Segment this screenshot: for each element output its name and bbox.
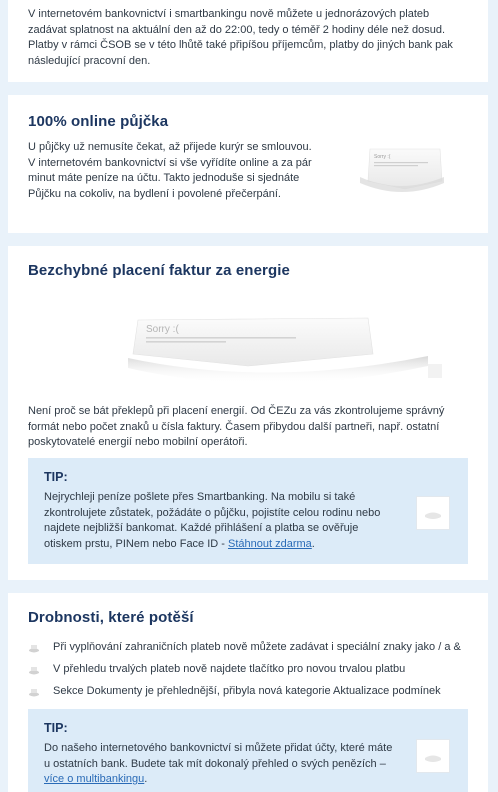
multibanking-link[interactable]: více o multibankingu	[44, 773, 144, 785]
image-text: Sorry :(	[146, 324, 179, 335]
tip-title: TIP:	[44, 721, 68, 735]
intro-card: V internetovém bankovnictví i smartbanki…	[8, 0, 488, 82]
list-item-text: V přehledu trvalých plateb nově najdete …	[53, 663, 406, 676]
image-text: Sorry :(	[374, 154, 391, 160]
bullet-icon	[29, 667, 39, 675]
energy-text: Není proč se bát překlepů při placení en…	[28, 405, 445, 448]
bullet-icon	[29, 689, 39, 697]
tip-box: TIP: Nejrychleji peníze pošlete přes Sma…	[28, 458, 468, 564]
intro-text: V internetovém bankovnictví i smartbanki…	[28, 8, 453, 67]
tip-text: Nejrychleji peníze pošlete přes Smartban…	[44, 491, 381, 550]
tip-box: TIP: Do našeho internetového bankovnictv…	[28, 709, 468, 792]
energy-image-placeholder: Sorry :(	[98, 308, 448, 390]
smartbanking-image-icon	[416, 496, 450, 530]
tip-text: Do našeho internetového bankovnictví si …	[44, 742, 393, 785]
list-item: Při vyplňování zahraničních plateb nově …	[28, 637, 478, 659]
online-loan-text: U půjčky už nemusíte čekat, až přijede k…	[28, 141, 312, 200]
list-item-text: Sekce Dokumenty je přehlednější, přibyla…	[53, 685, 441, 698]
list-item-text: Při vyplňování zahraničních plateb nově …	[53, 641, 461, 654]
download-link[interactable]: Stáhnout zdarma	[228, 538, 312, 550]
list-item: Sekce Dokumenty je přehlednější, přibyla…	[28, 681, 478, 703]
list-item: V přehledu trvalých plateb nově najdete …	[28, 659, 478, 681]
small-things-card: Drobnosti, které potěší Při vyplňování z…	[8, 593, 488, 792]
online-loan-image-placeholder: Sorry :(	[350, 143, 450, 199]
small-things-title: Drobnosti, které potěší	[28, 609, 194, 626]
energy-title: Bezchybné placení faktur za energie	[28, 262, 290, 279]
energy-card: Bezchybné placení faktur za energie Sorr…	[8, 246, 488, 580]
multibanking-image-icon	[416, 739, 450, 773]
bullet-icon	[29, 645, 39, 653]
online-loan-title: 100% online půjčka	[28, 113, 169, 130]
tip-title: TIP:	[44, 470, 68, 484]
online-loan-card: 100% online půjčka U půjčky už nemusíte …	[8, 95, 488, 233]
small-things-list: Při vyplňování zahraničních plateb nově …	[28, 637, 478, 703]
